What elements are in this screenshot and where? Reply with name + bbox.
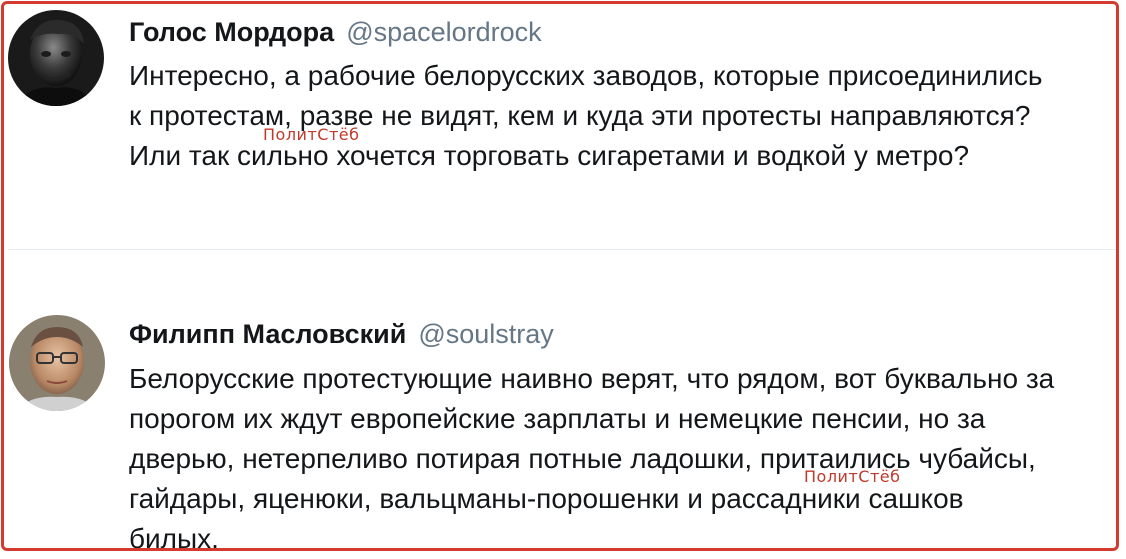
tweet-text-line: билых.: [129, 523, 219, 554]
author-handle[interactable]: @spacelordrock: [346, 17, 542, 47]
author-name[interactable]: Голос Мордора: [129, 17, 334, 47]
tweet-card[interactable]: Филипп Масловский @soulstray Белорусские …: [0, 250, 1126, 558]
tweet-text-line: Белорусские протестующие наивно верят, ч…: [129, 363, 1055, 394]
watermark: ПолитСтёб: [263, 125, 360, 144]
author-handle[interactable]: @soulstray: [418, 319, 553, 349]
avatar[interactable]: [9, 315, 105, 411]
tweet-text-line: дверью, нетерпеливо потирая потные ладош…: [129, 443, 1036, 474]
tweet-text: Интересно, а рабочие белорусских заводов…: [129, 56, 1042, 176]
tweet-text: Белорусские протестующие наивно верят, ч…: [129, 359, 1054, 559]
avatar[interactable]: [8, 10, 104, 106]
tweet-card[interactable]: Голос Мордора @spacelordrock Интересно, а…: [0, 0, 1126, 249]
author-name[interactable]: Филипп Масловский: [129, 319, 406, 349]
tweet-text-line: порогом их ждут европейские зарплаты и н…: [129, 403, 986, 434]
tweet-header: Голос Мордора @spacelordrock: [129, 15, 542, 49]
tweet-header: Филипп Масловский @soulstray: [129, 317, 554, 351]
watermark: ПолитСтёб: [804, 467, 901, 486]
tweet-text-line: Интересно, а рабочие белорусских заводов…: [129, 60, 1043, 91]
tweet-text-line: гайдары, яценюки, вальцманы-порошенки и …: [129, 483, 964, 514]
